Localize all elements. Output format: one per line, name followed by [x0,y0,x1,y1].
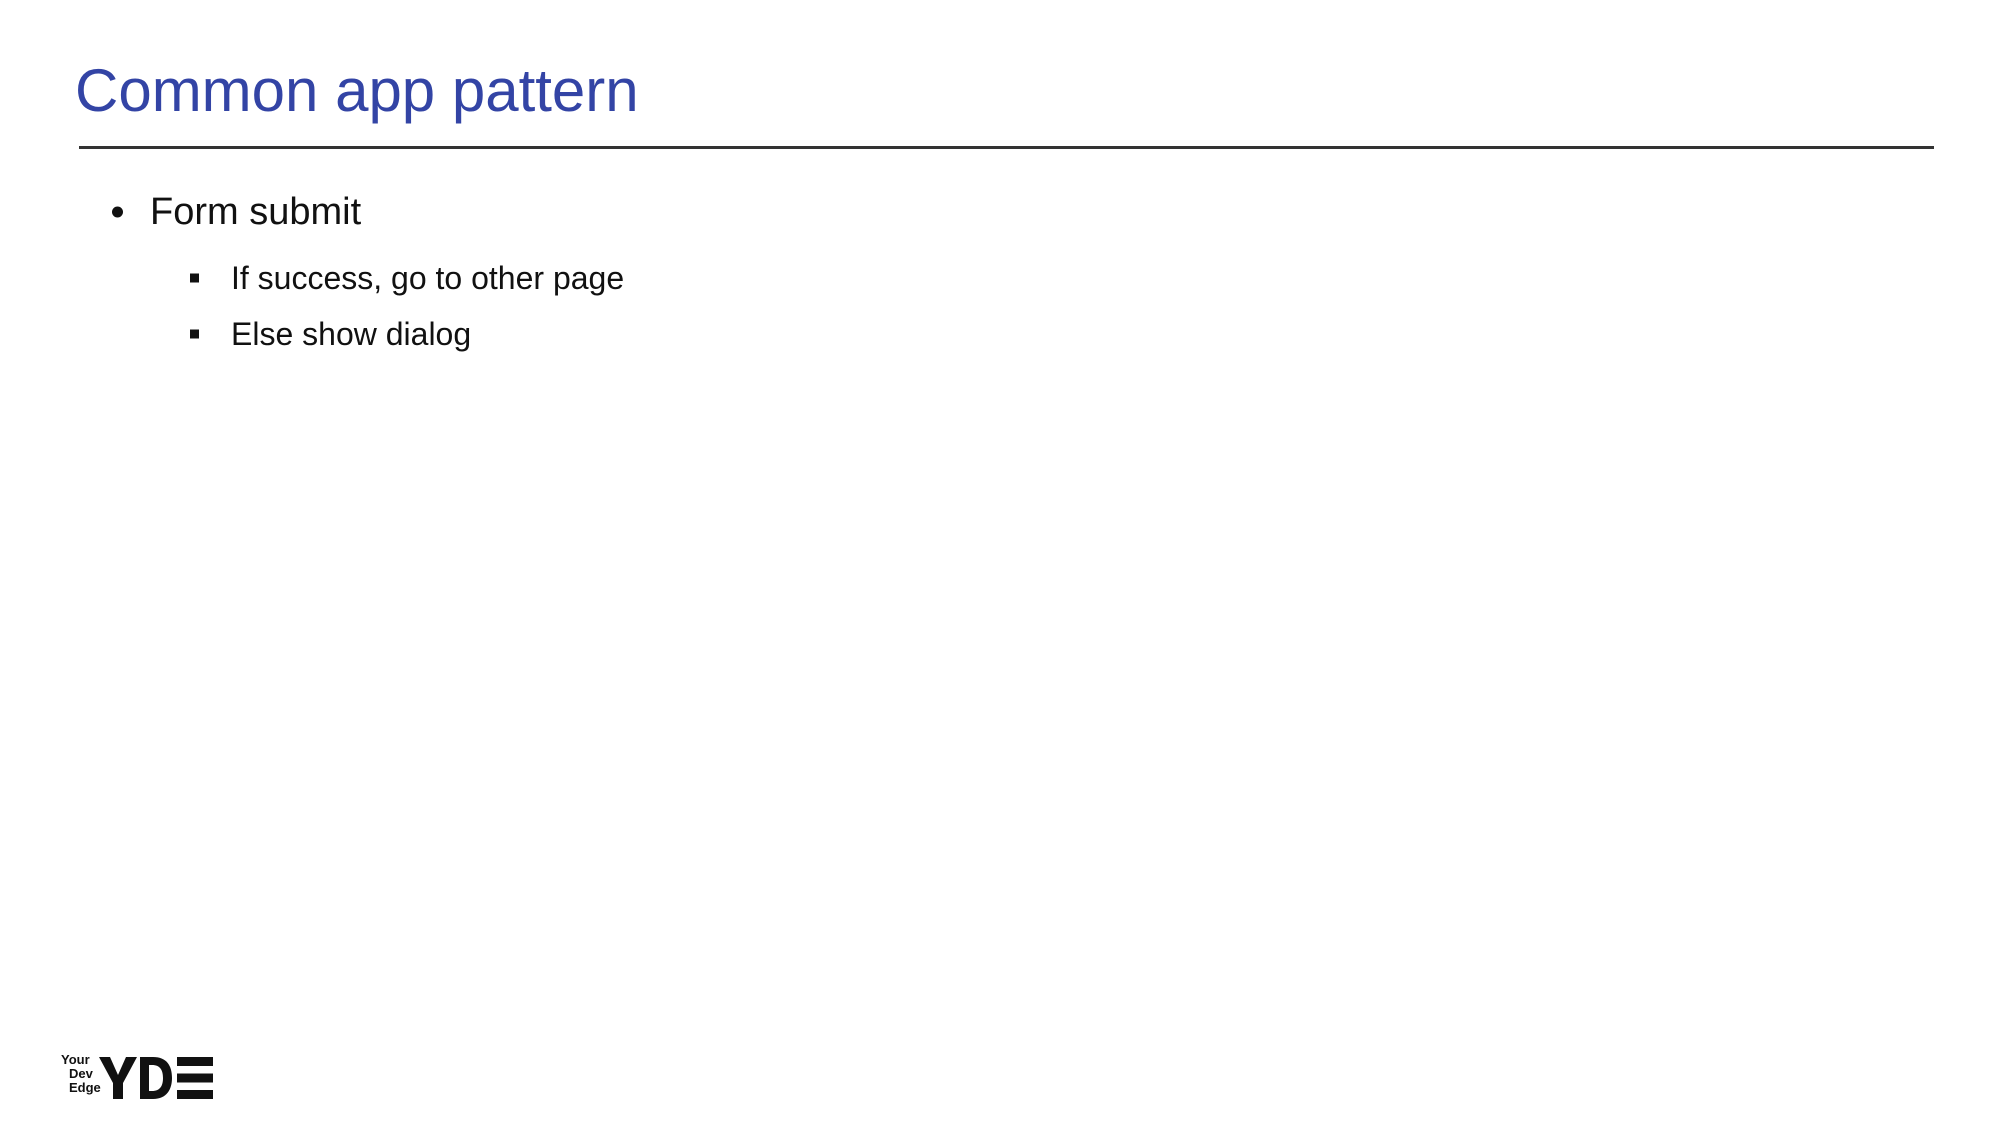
bullet-list: Form submit If success, go to other page… [110,186,624,362]
logo-word: Edge [69,1080,101,1095]
sub-bullet-item: Else show dialog [110,306,624,362]
round-bullet-icon [112,206,123,218]
slide-title: Common app pattern [75,57,639,124]
sub-bullet-text: Else show dialog [231,315,472,352]
brand-logo: Your Dev Edge [61,1051,221,1101]
square-bullet-icon [190,273,199,283]
square-bullet-icon [190,329,199,339]
logo-wordmark: Your Dev Edge [61,1053,101,1095]
yde-logo-icon [99,1057,213,1099]
slide: Common app pattern Form submit If succes… [0,0,2000,1125]
sub-bullet-item: If success, go to other page [110,250,624,306]
bullet-text: Form submit [150,190,362,233]
bullet-item: Form submit [110,186,624,238]
logo-word: Your [61,1052,90,1067]
title-divider [79,146,1934,149]
sub-bullet-text: If success, go to other page [231,259,625,296]
logo-word: Dev [69,1066,93,1081]
